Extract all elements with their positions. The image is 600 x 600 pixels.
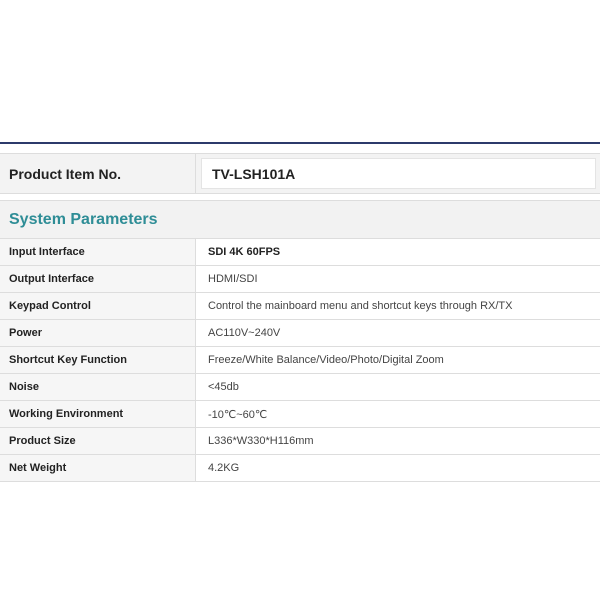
param-row-net-weight: Net Weight 4.2KG <box>0 455 600 482</box>
param-value: 4.2KG <box>196 455 600 481</box>
param-label: Power <box>0 320 196 346</box>
product-item-label: Product Item No. <box>0 154 196 193</box>
param-row-shortcut-key-function: Shortcut Key Function Freeze/White Balan… <box>0 347 600 374</box>
param-row-keypad-control: Keypad Control Control the mainboard men… <box>0 293 600 320</box>
product-item-row: Product Item No. TV-LSH101A <box>0 153 600 194</box>
section-title: System Parameters <box>0 201 600 239</box>
param-label: Output Interface <box>0 266 196 292</box>
spec-table: Product Item No. TV-LSH101A System Param… <box>0 142 600 482</box>
param-value: SDI 4K 60FPS <box>196 239 600 265</box>
param-value: AC110V~240V <box>196 320 600 346</box>
param-label: Noise <box>0 374 196 400</box>
param-label: Keypad Control <box>0 293 196 319</box>
product-item-value: TV-LSH101A <box>201 158 596 189</box>
param-row-output-interface: Output Interface HDMI/SDI <box>0 266 600 293</box>
param-row-working-environment: Working Environment -10℃~60℃ <box>0 401 600 428</box>
param-label: Net Weight <box>0 455 196 481</box>
param-label: Shortcut Key Function <box>0 347 196 373</box>
param-value: Control the mainboard menu and shortcut … <box>196 293 600 319</box>
param-row-noise: Noise <45db <box>0 374 600 401</box>
param-row-input-interface: Input Interface SDI 4K 60FPS <box>0 239 600 266</box>
param-value: HDMI/SDI <box>196 266 600 292</box>
param-label: Input Interface <box>0 239 196 265</box>
param-value: <45db <box>196 374 600 400</box>
param-value: -10℃~60℃ <box>196 401 600 427</box>
system-parameters-section: System Parameters Input Interface SDI 4K… <box>0 200 600 482</box>
param-row-power: Power AC110V~240V <box>0 320 600 347</box>
param-value: Freeze/White Balance/Video/Photo/Digital… <box>196 347 600 373</box>
param-row-product-size: Product Size L336*W330*H116mm <box>0 428 600 455</box>
param-label: Working Environment <box>0 401 196 427</box>
param-label: Product Size <box>0 428 196 454</box>
param-value: L336*W330*H116mm <box>196 428 600 454</box>
